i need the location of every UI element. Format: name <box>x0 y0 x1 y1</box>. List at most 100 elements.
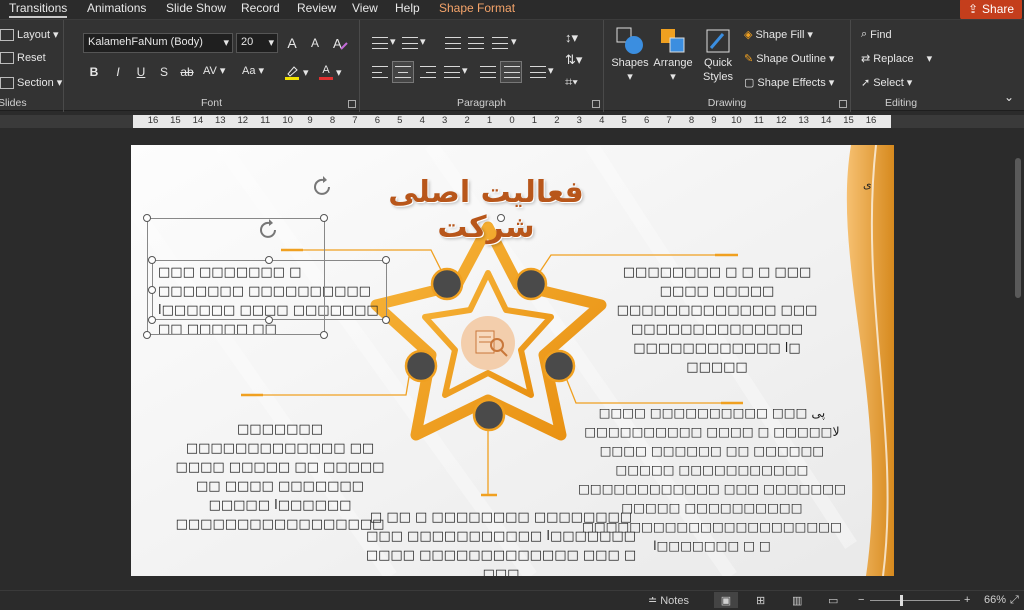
ltr-direction-icon[interactable] <box>480 66 496 78</box>
section-button[interactable]: Section ▾ <box>0 76 62 89</box>
rotate-handle-icon[interactable] <box>257 218 281 242</box>
replace-icon: ⇄ <box>861 53 871 65</box>
resize-handle[interactable] <box>382 316 390 324</box>
ruler-tick: 13 <box>798 115 809 126</box>
arrange-button[interactable]: Arrange ▾ <box>652 26 694 84</box>
zoom-slider-thumb[interactable] <box>899 595 903 606</box>
textbox-selection-frame[interactable] <box>152 260 387 320</box>
ruler-margin-right <box>891 115 1024 128</box>
fit-slide-button[interactable]: ⤢ <box>1010 594 1019 607</box>
strikethrough-button[interactable]: ab <box>178 63 196 81</box>
paragraph-dialog-launcher[interactable] <box>592 100 600 108</box>
zoom-level[interactable]: 66% <box>984 594 1006 606</box>
font-family-select[interactable]: KalamehFaNum (Body) ▾ <box>83 33 233 53</box>
underline-button[interactable]: U <box>132 63 150 81</box>
resize-handle[interactable] <box>382 256 390 264</box>
text-shadow-button[interactable]: S <box>155 63 173 81</box>
find-button[interactable]: ⌕ Find <box>861 28 892 41</box>
tab-review[interactable]: Review <box>297 1 336 15</box>
tab-transitions[interactable]: Transitions <box>9 1 68 18</box>
line-spacing-icon[interactable] <box>492 37 508 49</box>
slides-group-label: Slides <box>0 97 27 109</box>
italic-button[interactable]: I <box>109 63 127 81</box>
decrease-indent-icon[interactable] <box>445 37 461 49</box>
reading-view-button[interactable]: ▥ <box>792 594 802 607</box>
ruler-tick: 8 <box>688 115 695 126</box>
bold-button[interactable]: B <box>85 63 103 81</box>
tab-slide-show[interactable]: Slide Show <box>166 1 226 15</box>
rtl-direction-button[interactable] <box>500 61 522 83</box>
quick-styles-button[interactable]: Quick Styles <box>698 26 738 84</box>
highlight-color-button[interactable]: ▾ <box>284 64 309 80</box>
text-direction-icon[interactable]: ↕▾ <box>565 30 578 46</box>
smartart-icon[interactable]: ⌗▾ <box>565 74 578 90</box>
zoom-in-button[interactable]: + <box>964 594 970 606</box>
share-button[interactable]: ⇪ Share <box>960 0 1022 20</box>
normal-view-button[interactable]: ▣ <box>714 592 738 608</box>
reset-button[interactable]: Reset <box>0 52 46 64</box>
grow-font-button[interactable]: A <box>283 34 301 52</box>
shrink-font-button[interactable]: A <box>306 34 324 52</box>
plus-icon: + <box>964 594 971 606</box>
scrollbar-thumb[interactable] <box>1015 158 1021 298</box>
slide-sorter-button[interactable]: ⊞ <box>756 594 765 607</box>
font-color-glyph: A <box>322 64 330 76</box>
resize-handle[interactable] <box>143 214 151 222</box>
resize-handle[interactable] <box>143 331 151 339</box>
slideshow-view-button[interactable]: ▭ <box>828 594 838 607</box>
resize-handle[interactable] <box>148 316 156 324</box>
horizontal-ruler[interactable]: 16 15 14 13 12 11 10 9 8 7 6 5 4 3 2 1 0 1 2 3 4 5 6 7 8 9 10 11 12 1… <box>133 115 891 128</box>
chevron-down-icon: ▾ <box>53 29 59 41</box>
align-right-icon[interactable] <box>420 66 436 78</box>
drawing-dialog-launcher[interactable] <box>839 100 847 108</box>
tab-shape-format[interactable]: Shape Format <box>439 1 515 15</box>
collapse-ribbon-icon[interactable]: ⌄ <box>1004 90 1014 104</box>
text-box-top-right[interactable]: □□□□□□□□ □ □ □ □□□ □□□□ □□□□□ □□□□□□□□□□… <box>609 263 825 377</box>
columns-icon[interactable] <box>530 66 546 78</box>
tab-help[interactable]: Help <box>395 1 420 15</box>
notes-button[interactable]: ≐ Notes <box>648 594 689 608</box>
resize-handle[interactable] <box>265 316 273 324</box>
resize-handle[interactable] <box>320 331 328 339</box>
select-button[interactable]: ➚ Select ▾ <box>861 76 913 90</box>
resize-handle[interactable] <box>148 256 156 264</box>
shape-effects-button[interactable]: ▢ Shape Effects ▾ <box>744 76 834 90</box>
font-color-button[interactable]: A ▾ <box>319 64 342 80</box>
rotate-handle-icon[interactable] <box>311 175 335 199</box>
shapes-button[interactable]: Shapes ▾ <box>611 26 649 84</box>
zoom-out-button[interactable]: − <box>858 594 864 606</box>
font-size-select[interactable]: 20 ▾ <box>236 33 278 53</box>
zoom-slider[interactable] <box>870 600 960 601</box>
chevron-down-icon: ▾ <box>906 77 913 89</box>
shape-outline-button[interactable]: ✎ Shape Outline ▾ <box>744 52 834 66</box>
ruler-tick: 3 <box>576 115 582 126</box>
resize-handle[interactable] <box>148 286 156 294</box>
arrange-label: Arrange <box>653 57 693 69</box>
numbering-icon[interactable] <box>402 37 418 49</box>
resize-handle[interactable] <box>320 214 328 222</box>
bullets-icon[interactable] <box>372 37 388 49</box>
resize-handle[interactable] <box>265 256 273 264</box>
tab-view[interactable]: View <box>352 1 378 15</box>
text-box-bottom[interactable]: □ □□ □ □□□□□□□□ □□□□□□□□ □□□ □□□□□□□□□□□… <box>351 508 651 576</box>
align-left-icon[interactable] <box>372 66 388 78</box>
justify-icon[interactable] <box>444 66 460 78</box>
resize-handle[interactable] <box>497 214 505 222</box>
font-dialog-launcher[interactable] <box>348 100 356 108</box>
increase-indent-icon[interactable] <box>468 37 484 49</box>
align-center-button[interactable] <box>392 61 414 83</box>
slide-canvas[interactable]: فعالیت اصلی شرکت ی □□□ □□□□□□□ □ □□□□□□□… <box>131 145 894 576</box>
shape-fill-button[interactable]: ◈ Shape Fill ▾ <box>744 28 813 42</box>
tab-record[interactable]: Record <box>241 1 280 15</box>
layout-button[interactable]: Layout ▾ <box>0 28 59 41</box>
align-text-icon[interactable]: ⇅▾ <box>565 52 582 68</box>
svg-text:A: A <box>333 36 342 51</box>
clear-formatting-icon[interactable]: A <box>331 34 349 52</box>
vertical-scrollbar[interactable] <box>1012 128 1024 588</box>
change-case-button[interactable]: Aa ▾ <box>242 64 264 78</box>
tab-animations[interactable]: Animations <box>87 1 146 15</box>
editing-group-label: Editing <box>884 97 918 109</box>
slide-title[interactable]: فعالیت اصلی شرکت <box>351 175 621 245</box>
character-spacing-button[interactable]: AV ▾ <box>203 64 225 78</box>
replace-button[interactable]: ⇄ Replace ▾ <box>861 52 932 66</box>
